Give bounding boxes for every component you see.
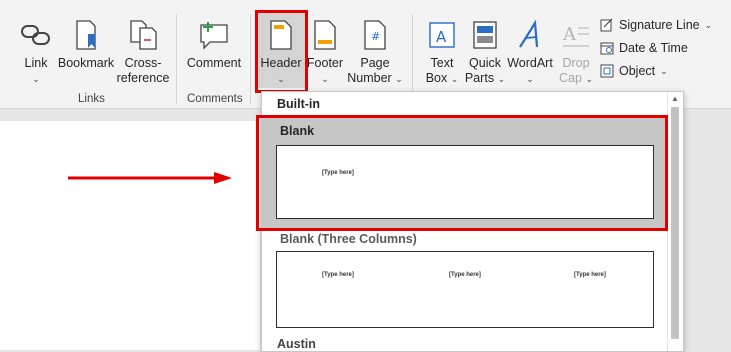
signature-line-button[interactable]: Signature Line ⌄ (600, 18, 712, 32)
chevron-down-icon: ⌄ (526, 74, 534, 84)
page-number-label-1: Page (360, 56, 390, 70)
text-box-label-1: Text (430, 56, 454, 70)
document-page[interactable] (0, 121, 260, 350)
section-heading-builtin: Built-in (277, 97, 321, 111)
placeholder-text: [Type here] (449, 272, 481, 278)
calendar-icon (600, 42, 614, 55)
drop-cap-button[interactable]: A Drop Cap ⌄ (556, 20, 596, 87)
object-icon (600, 64, 614, 78)
signature-line-label: Signature Line (619, 18, 700, 32)
separator (176, 14, 177, 104)
group-label-comments: Comments (187, 93, 243, 105)
gallery-item-austin[interactable]: Austin (262, 334, 667, 351)
text-box-button[interactable]: A Text Box ⌄ (420, 20, 464, 87)
svg-text:A: A (562, 24, 577, 45)
chevron-down-icon: ⌄ (704, 19, 713, 30)
quick-parts-button[interactable]: Quick Parts ⌄ (463, 20, 507, 87)
svg-text:A: A (436, 28, 447, 46)
date-time-label: Date & Time (619, 41, 688, 55)
chevron-down-icon: ⌄ (450, 74, 459, 84)
page-number-button[interactable]: # Page Number ⌄ (346, 20, 404, 87)
drop-cap-label-1: Drop (562, 56, 590, 70)
chevron-down-icon: ⌄ (585, 74, 593, 84)
text-box-icon: A (429, 22, 455, 48)
cross-reference-label-1: Cross- (124, 56, 162, 70)
group-label-links: Links (78, 93, 105, 105)
text-box-label-2: Box (425, 71, 448, 85)
signature-icon (600, 18, 613, 32)
object-button[interactable]: Object ⌄ (600, 64, 668, 78)
date-time-button[interactable]: Date & Time (600, 41, 688, 55)
cross-reference-button[interactable]: Cross- reference (114, 20, 172, 86)
header-highlight-box (255, 10, 308, 93)
drop-cap-label-2: Cap (559, 71, 582, 85)
gallery-item-title: Blank (Three Columns) (280, 232, 417, 246)
quick-parts-icon (473, 21, 497, 49)
chevron-down-icon: ⌄ (32, 74, 40, 84)
link-label: Link (24, 56, 48, 70)
object-label: Object (619, 64, 656, 78)
scrollbar[interactable]: ▲ (667, 92, 683, 351)
placeholder-text: [Type here] (322, 272, 354, 278)
gallery-item-thumbnail: [Type here] [Type here] [Type here] (276, 251, 654, 328)
quick-parts-label-2: Parts (464, 71, 495, 85)
blank-item-highlight-box (256, 115, 668, 231)
chevron-down-icon: ⌄ (660, 65, 668, 76)
page-number-icon: # (364, 20, 386, 50)
chevron-down-icon: ⌄ (395, 74, 403, 84)
scrollbar-thumb[interactable] (671, 107, 679, 339)
link-button[interactable]: Link ⌄ (16, 20, 56, 87)
gallery-item-blank-three-columns[interactable]: Blank (Three Columns) [Type here] [Type … (262, 230, 667, 330)
scroll-up-arrow-icon[interactable]: ▲ (671, 94, 679, 103)
chevron-down-icon: ⌄ (321, 74, 329, 84)
link-icon (21, 25, 50, 45)
wordart-button[interactable]: WordArt ⌄ (505, 20, 555, 87)
wordart-label: WordArt (507, 56, 553, 70)
bookmark-button[interactable]: Bookmark (56, 20, 116, 71)
chevron-down-icon: ⌄ (497, 74, 506, 84)
cross-reference-label-2: reference (116, 71, 170, 85)
annotation-arrow-icon (68, 172, 232, 184)
comment-button[interactable]: Comment (184, 20, 244, 71)
svg-text:#: # (371, 30, 380, 43)
page-number-label-2: Number (347, 71, 392, 85)
bookmark-label: Bookmark (57, 56, 115, 70)
wordart-icon (519, 20, 539, 48)
footer-icon (314, 20, 336, 50)
placeholder-text: [Type here] (574, 272, 606, 278)
comment-icon (200, 22, 228, 50)
footer-button[interactable]: Footer ⌄ (305, 20, 345, 87)
quick-parts-label-1: Quick (469, 56, 501, 70)
bookmark-icon (76, 20, 96, 50)
cross-reference-icon (130, 20, 157, 50)
comment-label: Comment (186, 56, 242, 70)
drop-cap-icon: A (562, 24, 589, 47)
footer-label: Footer (306, 56, 344, 70)
separator (250, 14, 251, 104)
gallery-item-title: Austin (277, 337, 316, 351)
